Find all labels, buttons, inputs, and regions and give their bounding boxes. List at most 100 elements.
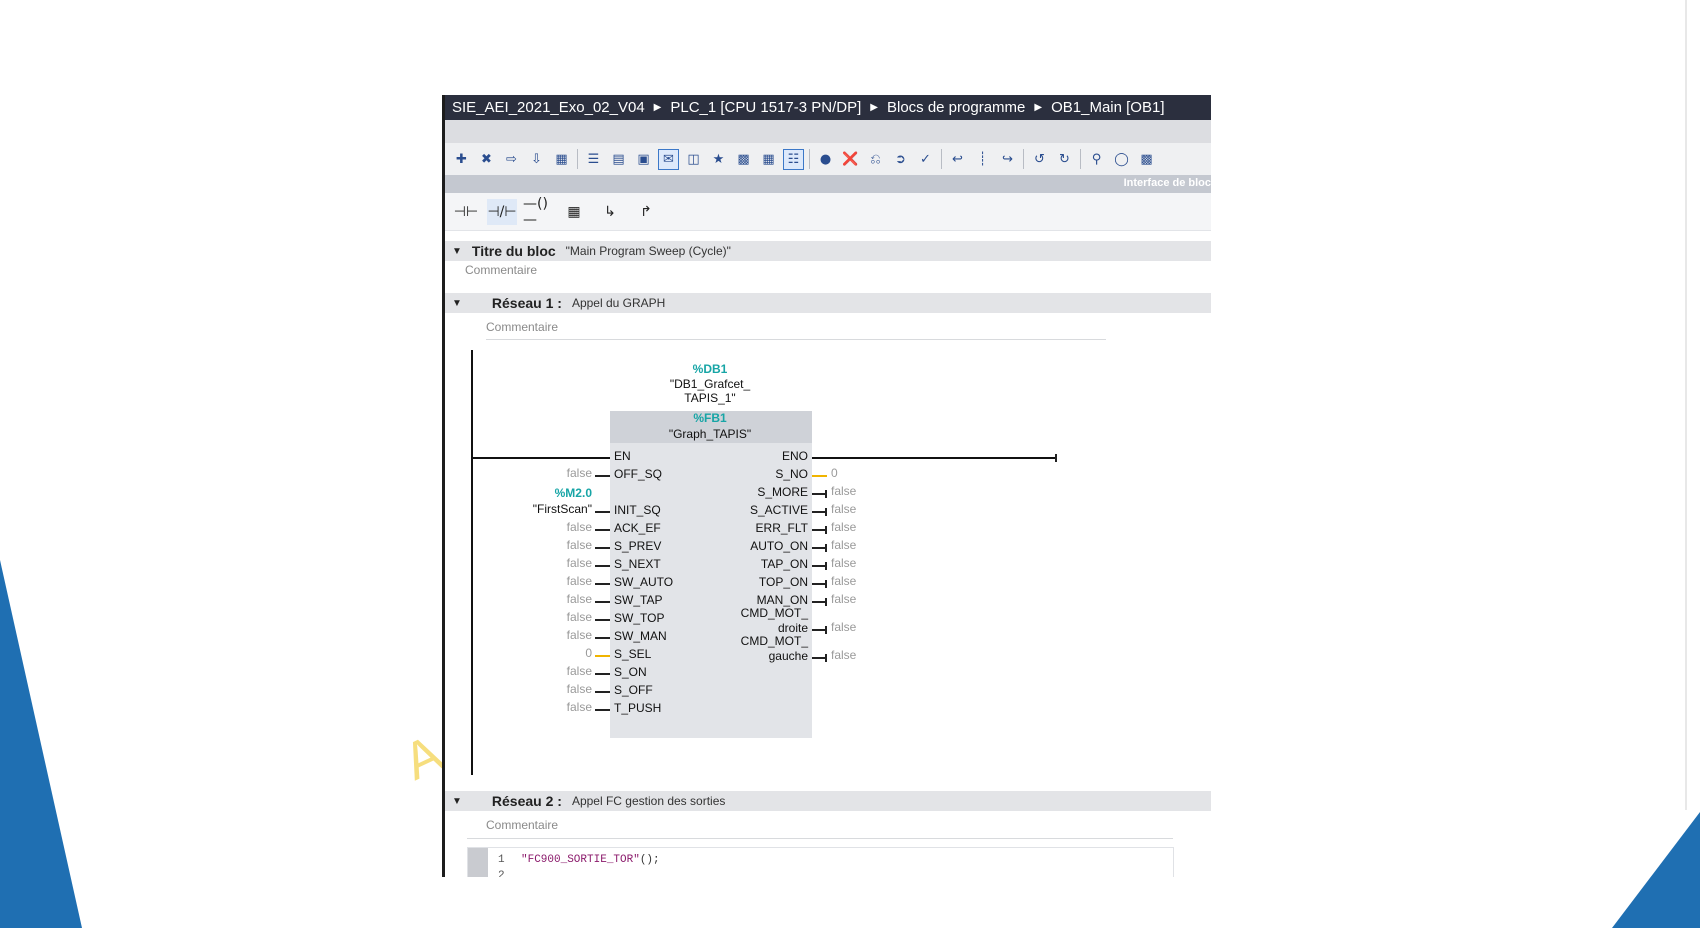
breadcrumb-block[interactable]: OB1_Main [OB1] xyxy=(1051,99,1164,116)
network-2-title[interactable]: Appel FC gestion des sorties xyxy=(572,794,725,808)
fb-output-pin[interactable]: AUTO_ON xyxy=(708,540,808,553)
output-value[interactable]: false xyxy=(831,648,856,662)
network-2-comment[interactable]: Commentaire xyxy=(486,818,558,832)
interface-label[interactable]: Interface de bloc xyxy=(1124,177,1211,189)
insert-row-below-icon[interactable]: ⇩ xyxy=(526,149,547,170)
input-value[interactable]: false xyxy=(500,628,592,642)
input-value[interactable]: false xyxy=(500,466,592,480)
monitor-glasses-icon[interactable]: ◯ xyxy=(1111,149,1132,170)
fb-input-pin[interactable]: ACK_EF xyxy=(614,522,661,535)
go-down-icon[interactable]: ↻ xyxy=(1054,149,1075,170)
network-list-icon[interactable]: ☰ xyxy=(583,149,604,170)
fb-input-pin[interactable]: OFF_SQ xyxy=(614,468,662,481)
fb-input-pin[interactable]: T_PUSH xyxy=(614,702,661,715)
network-1-title[interactable]: Appel du GRAPH xyxy=(572,296,665,310)
lock-icon[interactable]: ▩ xyxy=(1136,149,1157,170)
step-line-icon[interactable]: ┊ xyxy=(972,149,993,170)
interface-bar[interactable]: Interface de bloc xyxy=(445,175,1211,193)
insert-row-icon[interactable]: ⇨ xyxy=(501,149,522,170)
monitoring-icon[interactable]: ● xyxy=(815,149,836,170)
collapse-triangle-icon[interactable]: ▼ xyxy=(452,246,462,257)
call-block-icon[interactable]: ▩ xyxy=(733,149,754,170)
input-value[interactable]: "FirstScan" xyxy=(500,502,592,516)
breadcrumb-device[interactable]: PLC_1 [CPU 1517-3 PN/DP] xyxy=(670,99,861,116)
block-title-value[interactable]: "Main Program Sweep (Cycle)" xyxy=(566,244,731,258)
open-branch-icon[interactable]: ↳ xyxy=(595,199,625,225)
instance-db-name-1[interactable]: "DB1_Grafcet_ xyxy=(640,377,780,391)
fb-input-pin[interactable]: SW_MAN xyxy=(614,630,667,643)
fb-input-pin[interactable]: S_OFF xyxy=(614,684,653,697)
output-value[interactable]: false xyxy=(831,556,856,570)
fb-input-pin[interactable]: S_PREV xyxy=(614,540,661,553)
output-value[interactable]: false xyxy=(831,538,856,552)
fb-input-pin[interactable]: EN xyxy=(614,450,631,463)
input-address[interactable]: %M2.0 xyxy=(500,486,592,500)
block-title-header[interactable]: ▼ Titre du bloc "Main Program Sweep (Cyc… xyxy=(445,241,1211,261)
open-all-networks-icon[interactable]: ▤ xyxy=(608,149,629,170)
output-value[interactable]: false xyxy=(831,520,856,534)
add-network-icon[interactable]: ✚ xyxy=(451,149,472,170)
fb-name[interactable]: "Graph_TAPIS" xyxy=(630,427,790,441)
fb-output-pin[interactable]: gauche xyxy=(708,650,808,663)
fb-output-pin[interactable]: ERR_FLT xyxy=(708,522,808,535)
output-value[interactable]: false xyxy=(831,502,856,516)
parameter-icon[interactable]: ▦ xyxy=(758,149,779,170)
output-value[interactable]: false xyxy=(831,574,856,588)
output-value[interactable]: false xyxy=(831,484,856,498)
input-value[interactable]: 0 xyxy=(500,646,592,660)
step-back-icon[interactable]: ↩ xyxy=(947,149,968,170)
close-branch-icon[interactable]: ↱ xyxy=(631,199,661,225)
normally-open-contact-icon[interactable]: ⊣⊢ xyxy=(451,199,481,225)
fb-input-pin[interactable]: SW_AUTO xyxy=(614,576,673,589)
fb-output-pin[interactable]: CMD_MOT_ xyxy=(708,607,808,620)
fb-address[interactable]: %FB1 xyxy=(660,411,760,425)
input-value[interactable]: false xyxy=(500,556,592,570)
fb-output-pin[interactable]: TAP_ON xyxy=(708,558,808,571)
input-value[interactable]: false xyxy=(500,592,592,606)
scl-code-editor[interactable]: 1 "FC900_SORTIE_TOR"(); 2 xyxy=(467,847,1174,877)
search-icon[interactable]: ⚲ xyxy=(1086,149,1107,170)
network-1-comment[interactable]: Commentaire xyxy=(486,320,558,334)
display-icon[interactable]: ☷ xyxy=(783,148,804,170)
fb-output-pin[interactable]: S_MORE xyxy=(708,486,808,499)
go-to-icon[interactable]: ➲ xyxy=(890,149,911,170)
breadcrumb-folder[interactable]: Blocs de programme xyxy=(887,99,1025,116)
fb-input-pin[interactable]: SW_TAP xyxy=(614,594,662,607)
input-value[interactable]: false xyxy=(500,610,592,624)
fb-output-pin[interactable]: S_NO xyxy=(708,468,808,481)
go-up-icon[interactable]: ↺ xyxy=(1029,149,1050,170)
collapse-triangle-icon[interactable]: ▼ xyxy=(452,796,462,807)
remove-breakpoint-icon[interactable]: ⎌ xyxy=(865,149,886,170)
input-value[interactable]: false xyxy=(500,682,592,696)
network-1-header[interactable]: ▼ Réseau 1 : Appel du GRAPH xyxy=(445,293,1211,313)
block-comment[interactable]: Commentaire xyxy=(465,263,537,277)
input-value[interactable]: false xyxy=(500,574,592,588)
fb-input-pin[interactable]: INIT_SQ xyxy=(614,504,661,517)
input-value[interactable]: false xyxy=(500,520,592,534)
empty-box-icon[interactable]: ▦ xyxy=(559,199,589,225)
input-value[interactable]: false xyxy=(500,538,592,552)
instance-db-name-2[interactable]: TAPIS_1" xyxy=(640,391,780,405)
output-value[interactable]: 0 xyxy=(831,466,838,480)
instance-db-address[interactable]: %DB1 xyxy=(660,362,760,376)
collapse-triangle-icon[interactable]: ▼ xyxy=(452,298,462,309)
fb-output-pin[interactable]: S_ACTIVE xyxy=(708,504,808,517)
fb-input-pin[interactable]: SW_TOP xyxy=(614,612,664,625)
code-call-name[interactable]: "FC900_SORTIE_TOR" xyxy=(521,854,640,866)
input-value[interactable]: false xyxy=(500,700,592,714)
properties-icon[interactable]: ▦ xyxy=(551,149,572,170)
close-all-networks-icon[interactable]: ▣ xyxy=(633,149,654,170)
fb-input-pin[interactable]: S_SEL xyxy=(614,648,651,661)
step-next-icon[interactable]: ↪ xyxy=(997,149,1018,170)
favorites-icon[interactable]: ★ xyxy=(708,149,729,170)
comments-icon[interactable]: ✉ xyxy=(658,148,679,170)
breadcrumb-project[interactable]: SIE_AEI_2021_Exo_02_V04 xyxy=(452,99,645,116)
code-line[interactable]: "FC900_SORTIE_TOR"(); xyxy=(521,854,660,866)
download-icon[interactable]: ✓ xyxy=(915,149,936,170)
normally-closed-contact-icon[interactable]: ⊣/⊢ xyxy=(487,198,517,225)
fb-output-pin[interactable]: TOP_ON xyxy=(708,576,808,589)
breakpoint-icon[interactable]: ❌ xyxy=(840,149,861,170)
output-value[interactable]: false xyxy=(831,620,856,634)
fb-output-pin[interactable]: CMD_MOT_ xyxy=(708,635,808,648)
delete-network-icon[interactable]: ✖ xyxy=(476,149,497,170)
